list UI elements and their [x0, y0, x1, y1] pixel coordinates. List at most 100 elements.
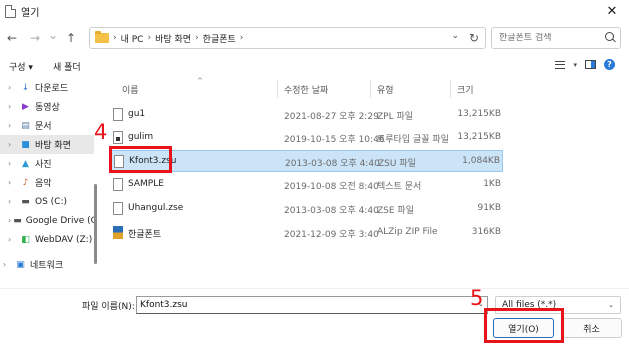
- filename-label: 파일 이름(N):: [82, 302, 135, 312]
- column-header-size[interactable]: 크기: [457, 83, 474, 96]
- recent-locations-button[interactable]: ⌄: [45, 27, 61, 43]
- file-date: 2013-03-08 오후 4:40: [285, 159, 380, 169]
- filename-input[interactable]: [136, 296, 488, 314]
- file-icon: [113, 202, 123, 215]
- breadcrumb-hangul-font[interactable]: 한글폰트: [203, 32, 236, 45]
- sidebar-item-label: 바탕 화면: [35, 141, 71, 151]
- file-date: 2021-08-27 오후 2:29: [284, 112, 379, 122]
- chevron-right-icon[interactable]: ›: [8, 197, 18, 206]
- file-row[interactable]: gu1 2021-08-27 오후 2:29 ZPL 파일 13,215KB: [110, 104, 503, 126]
- navigation-pane: › ↓ 다운로드 › ▶ 동영상 › ▤ 문서 › ■ 바탕 화면 › ▲ 사진…: [0, 78, 98, 288]
- network-icon: ▣: [16, 259, 25, 270]
- chevron-right-icon[interactable]: ›: [8, 140, 18, 149]
- breadcrumb-desktop[interactable]: 바탕 화면: [155, 32, 191, 45]
- column-header-modified[interactable]: 수정한 날짜: [284, 83, 328, 96]
- file-name: 한글폰트: [128, 230, 162, 240]
- chevron-right-icon: ›: [239, 33, 244, 43]
- sidebar-item-pictures[interactable]: › ▲ 사진: [0, 154, 94, 173]
- forward-button[interactable]: →: [27, 30, 43, 46]
- sidebar-scrollbar[interactable]: [94, 184, 97, 264]
- column-divider[interactable]: [370, 80, 371, 98]
- chevron-down-icon[interactable]: ▾: [573, 61, 577, 69]
- file-name: gu1: [128, 109, 146, 119]
- sidebar-item-label: 동영상: [35, 103, 60, 113]
- column-header-type[interactable]: 유형: [377, 83, 394, 96]
- file-type: ALZip ZIP File: [377, 227, 438, 237]
- column-divider[interactable]: [450, 80, 451, 98]
- network-drive-icon: ◧: [21, 234, 30, 245]
- file-row[interactable]: Uhangul.zse 2013-03-08 오후 4:40 ZSE 파일 91…: [110, 198, 503, 220]
- file-size: 91KB: [477, 203, 501, 213]
- file-list: 이름 ^ 수정한 날짜 유형 크기 gu1 2021-08-27 오후 2:29…: [102, 77, 622, 288]
- sidebar-item-network[interactable]: › ▣ 네트워크: [0, 255, 94, 274]
- chevron-right-icon: ›: [113, 33, 117, 43]
- file-type: ZSU 파일: [378, 159, 416, 169]
- sidebar-item-label: 사진: [35, 160, 52, 170]
- chevron-right-icon[interactable]: ›: [8, 216, 11, 225]
- chevron-right-icon[interactable]: ›: [8, 235, 18, 244]
- sort-arrow-icon: ^: [197, 77, 203, 85]
- sidebar-item-downloads[interactable]: › ↓ 다운로드: [0, 78, 94, 97]
- chevron-right-icon[interactable]: ›: [8, 121, 18, 130]
- drive-icon: ▬: [21, 196, 30, 207]
- sidebar-item-desktop[interactable]: › ■ 바탕 화면: [0, 135, 94, 154]
- details-view-icon[interactable]: [555, 60, 566, 69]
- chevron-right-icon: ›: [147, 33, 152, 43]
- folder-icon: [95, 31, 109, 43]
- column-header-name[interactable]: 이름: [122, 83, 139, 96]
- sidebar-item-music[interactable]: › ♪ 음악: [0, 173, 94, 192]
- chevron-right-icon[interactable]: ›: [8, 102, 18, 111]
- new-folder-button[interactable]: 새 폴더: [53, 60, 81, 73]
- refresh-icon[interactable]: ↻: [469, 31, 479, 45]
- sidebar-item-label: OS (C:): [35, 196, 67, 207]
- sidebar-item-label: 다운로드: [35, 84, 69, 94]
- chevron-right-icon[interactable]: ›: [8, 159, 18, 168]
- drive-icon: ▬: [13, 215, 22, 226]
- documents-icon: ▤: [21, 120, 30, 131]
- chevron-right-icon[interactable]: ›: [8, 178, 18, 187]
- close-button[interactable]: ✕: [603, 2, 621, 20]
- annotation-highlight-open: [484, 308, 564, 343]
- file-icon: [113, 108, 123, 121]
- document-icon: [5, 4, 16, 18]
- up-button[interactable]: ↑: [63, 30, 79, 46]
- chevron-right-icon[interactable]: ›: [3, 260, 13, 269]
- annotation-step-5: 5: [470, 286, 484, 310]
- chevron-right-icon[interactable]: ›: [8, 83, 18, 92]
- search-input[interactable]: [492, 33, 600, 43]
- annotation-highlight-file: [109, 146, 172, 173]
- column-divider[interactable]: [277, 80, 278, 98]
- file-size: 13,215KB: [457, 132, 501, 142]
- cancel-button[interactable]: 취소: [561, 318, 622, 338]
- search-box[interactable]: [491, 27, 621, 49]
- video-icon: ▶: [22, 101, 29, 112]
- arrow-up-icon: ↑: [65, 31, 77, 45]
- sidebar-item-label: 음악: [35, 179, 52, 189]
- sidebar-item-google-drive[interactable]: › ▬ Google Drive (G: [0, 211, 98, 230]
- window-title: 열기: [21, 7, 40, 19]
- download-icon: ↓: [21, 82, 30, 93]
- preview-pane-icon[interactable]: [585, 60, 596, 69]
- breadcrumb-this-pc[interactable]: 내 PC: [121, 32, 144, 45]
- file-row[interactable]: 한글폰트 2021-12-09 오후 3:40 ALZip ZIP File 3…: [110, 222, 503, 244]
- sidebar-item-os-c[interactable]: › ▬ OS (C:): [0, 192, 94, 211]
- help-icon[interactable]: ?: [604, 59, 615, 70]
- zip-file-icon: [113, 226, 123, 239]
- organize-menu[interactable]: 구성 ▾: [9, 60, 33, 73]
- file-type: ZSE 파일: [377, 206, 414, 216]
- back-button[interactable]: ←: [4, 30, 20, 46]
- file-date: 2021-12-09 오후 3:40: [284, 230, 379, 240]
- pictures-icon: ▲: [22, 158, 29, 169]
- file-size: 1KB: [483, 179, 501, 189]
- file-size: 1,084KB: [462, 156, 500, 166]
- arrow-left-icon: ←: [6, 31, 18, 45]
- file-row[interactable]: SAMPLE 2019-10-08 오전 8:40 텍스트 문서 1KB: [110, 174, 503, 196]
- file-name: gulim: [128, 132, 154, 142]
- address-bar[interactable]: › 내 PC › 바탕 화면 › 한글폰트 › ⌄ ↻: [89, 27, 486, 49]
- address-dropdown-icon[interactable]: ⌄: [451, 31, 459, 41]
- sidebar-item-webdav[interactable]: › ◧ WebDAV (Z:): [0, 230, 94, 249]
- file-size: 13,215KB: [457, 109, 501, 119]
- sidebar-item-videos[interactable]: › ▶ 동영상: [0, 97, 94, 116]
- sidebar-item-documents[interactable]: › ▤ 문서: [0, 116, 94, 135]
- font-file-icon: [113, 131, 123, 144]
